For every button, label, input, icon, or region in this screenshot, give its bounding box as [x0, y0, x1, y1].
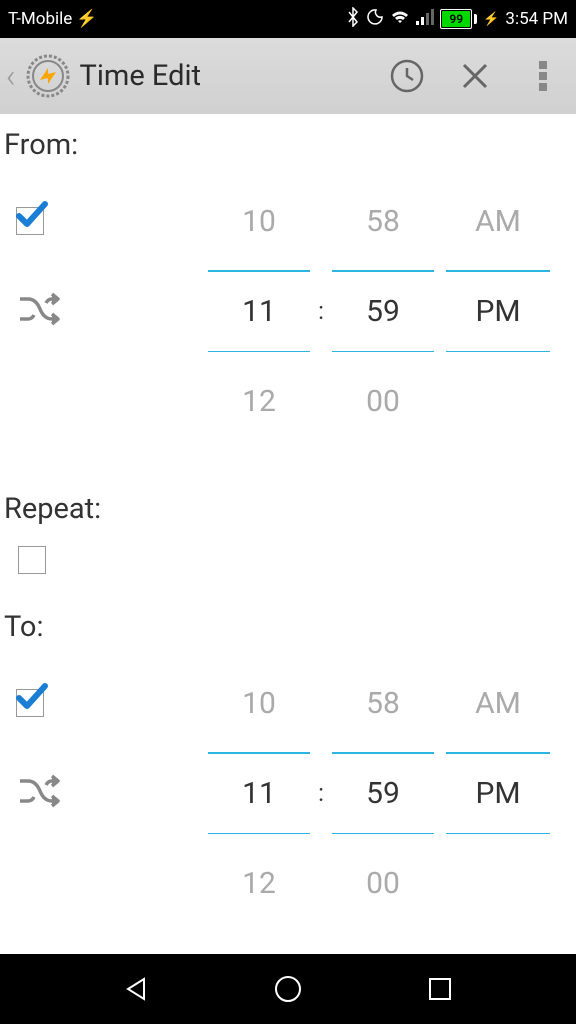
minute-above[interactable]: 58 [328, 658, 438, 748]
minute-below[interactable]: 00 [328, 356, 438, 446]
clock-button[interactable] [378, 47, 436, 105]
minute-selected[interactable]: 59 [328, 266, 438, 356]
bluetooth-icon [346, 7, 360, 32]
battery-level: 99 [449, 12, 463, 26]
time-colon: : [314, 779, 328, 807]
carrier-label: T-Mobile [8, 9, 72, 29]
status-right: 99 ⚡ 3:54 PM [346, 7, 568, 32]
signal-icon [416, 9, 434, 30]
minute-above[interactable]: 58 [328, 176, 438, 266]
shuffle-icon[interactable] [16, 773, 64, 813]
back-icon[interactable]: ‹ [6, 57, 16, 95]
ampm-above[interactable]: AM [438, 176, 558, 266]
moon-icon [366, 8, 384, 31]
hour-selected[interactable]: 11 [204, 748, 314, 838]
repeat-checkbox[interactable] [18, 546, 46, 574]
charging-icon: ⚡ [483, 12, 499, 27]
nav-home-button[interactable] [268, 969, 308, 1009]
status-left: T-Mobile ⚡ [8, 9, 97, 29]
repeat-label: Repeat: [4, 486, 572, 540]
shuffle-icon[interactable] [16, 291, 64, 331]
app-icon [26, 54, 70, 98]
to-time-picker: 10 58 AM 11 : 59 PM 12 00 [4, 658, 572, 928]
to-checkbox[interactable] [16, 689, 44, 717]
bolt-icon: ⚡ [76, 9, 97, 29]
wifi-icon [390, 9, 410, 30]
hour-below[interactable]: 12 [204, 838, 314, 928]
to-label: To: [4, 604, 572, 658]
status-bar: T-Mobile ⚡ [0, 0, 576, 38]
content: From: 10 58 AM 11 : [0, 114, 576, 936]
time-colon: : [314, 297, 328, 325]
clock-label: 3:54 PM [505, 9, 568, 29]
navigation-bar [0, 954, 576, 1024]
hour-above[interactable]: 10 [204, 658, 314, 748]
toolbar: ‹ Time Edit [0, 38, 576, 114]
minute-below[interactable]: 00 [328, 838, 438, 928]
from-checkbox[interactable] [16, 207, 44, 235]
hour-selected[interactable]: 11 [204, 266, 314, 356]
minute-selected[interactable]: 59 [328, 748, 438, 838]
from-label: From: [4, 122, 572, 176]
nav-recent-button[interactable] [420, 969, 460, 1009]
nav-back-button[interactable] [116, 969, 156, 1009]
hour-above[interactable]: 10 [204, 176, 314, 266]
from-time-picker: 10 58 AM 11 : 59 PM 12 00 [4, 176, 572, 446]
ampm-above[interactable]: AM [438, 658, 558, 748]
overflow-menu-button[interactable] [514, 47, 572, 105]
battery-indicator: 99 [440, 9, 477, 29]
hour-below[interactable]: 12 [204, 356, 314, 446]
ampm-selected[interactable]: PM [438, 266, 558, 356]
page-title: Time Edit [80, 59, 368, 93]
ampm-selected[interactable]: PM [438, 748, 558, 838]
close-button[interactable] [446, 47, 504, 105]
